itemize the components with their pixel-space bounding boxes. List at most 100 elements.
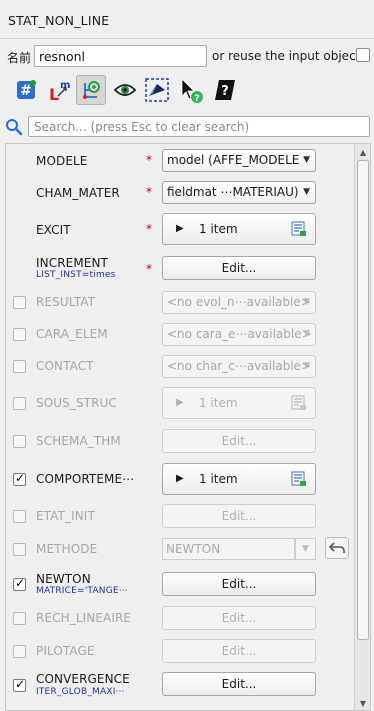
undo-icon <box>329 542 345 553</box>
param-row-rech-lineaire: RECH_LINEAIRE Edit... <box>6 602 354 634</box>
eye-icon-button[interactable] <box>110 75 140 105</box>
expand-triangle-icon: ▶ <box>176 223 184 234</box>
comportement-items-button[interactable]: ▶ 1 item <box>162 463 316 495</box>
lm-icon-button[interactable]: L m <box>44 75 74 105</box>
param-row-sous-struc: SOUS_STRUC ▶ 1 item <box>6 382 354 424</box>
reuse-label: or reuse the input object <box>212 49 361 63</box>
required-marker: * <box>146 185 152 199</box>
selection-icon <box>145 78 169 102</box>
svg-text:#: # <box>20 83 32 99</box>
param-label: PILOTAGE <box>36 644 95 658</box>
name-label: 名前 <box>7 51 32 65</box>
param-label: RESULTAT <box>36 295 96 309</box>
etat-init-edit-button[interactable]: Edit... <box>162 504 316 528</box>
methode-field[interactable]: NEWTON <box>162 538 295 560</box>
param-subtitle: LIST_INST=times <box>36 270 116 280</box>
resultat-combo[interactable]: <no evol_n⋯available> ▼ <box>162 291 316 314</box>
toolbar: # L m ? ? <box>0 74 374 108</box>
combo-value: <no evol_n⋯available> <box>167 295 311 309</box>
cursor-help-button[interactable]: ? <box>176 75 206 105</box>
required-marker: * <box>146 153 152 167</box>
comportement-checkbox[interactable] <box>13 471 26 486</box>
command-title: STAT_NON_LINE <box>8 13 110 28</box>
cham-mater-combo[interactable]: fieldmat ⋯MATERIAU) ▼ <box>162 181 316 204</box>
param-subtitle: ITER_GLOB_MAXI⋯ <box>36 687 125 697</box>
cara-elem-combo[interactable]: <no cara_e⋯available> ▼ <box>162 323 316 346</box>
param-row-increment: INCREMENT LIST_INST=times * Edit... <box>6 250 354 286</box>
combo-value: model (AFFE_MODELE <box>167 153 300 167</box>
contact-combo[interactable]: <no char_c⋯available> ▼ <box>162 355 316 378</box>
item-count: 1 item <box>199 472 238 486</box>
tree-view-icon <box>83 81 100 99</box>
pilotage-edit-button[interactable]: Edit... <box>162 639 316 663</box>
lm-icon: L m <box>49 80 70 104</box>
cara-elem-checkbox[interactable] <box>13 328 26 341</box>
list-add-icon <box>291 221 306 236</box>
chevron-down-icon: ▼ <box>303 187 310 197</box>
help-book-button[interactable]: ? <box>210 75 240 105</box>
svg-text:L: L <box>49 85 59 104</box>
hash-icon: # <box>17 80 36 99</box>
search-input[interactable] <box>28 116 370 137</box>
hash-icon-button[interactable]: # <box>11 75 41 105</box>
combo-value: fieldmat ⋯MATERIAU) <box>167 185 299 199</box>
rech-lineaire-edit-button[interactable]: Edit... <box>162 606 316 630</box>
search-icon <box>6 119 23 136</box>
param-label: CONVERGENCE <box>36 672 130 686</box>
sous-struc-checkbox[interactable] <box>13 397 26 410</box>
param-label: SCHEMA_THM <box>36 434 121 448</box>
increment-edit-button[interactable]: Edit... <box>162 256 316 280</box>
param-label: METHODE <box>36 542 98 556</box>
combo-value: <no cara_e⋯available> <box>167 327 312 341</box>
chevron-down-icon: ▼ <box>303 361 310 371</box>
scroll-up-arrow-icon[interactable]: ▲ <box>358 148 368 157</box>
expand-triangle-icon: ▶ <box>176 397 184 408</box>
param-label: RECH_LINEAIRE <box>36 611 132 625</box>
list-add-icon <box>291 471 306 486</box>
param-row-cara-elem: CARA_ELEM <no cara_e⋯available> ▼ <box>6 318 354 350</box>
excit-items-button[interactable]: ▶ 1 item <box>162 213 316 245</box>
param-row-comportement: COMPORTEME⋯ ▶ 1 item <box>6 458 354 500</box>
reuse-checkbox[interactable] <box>356 48 370 62</box>
etat-init-checkbox[interactable] <box>13 510 26 523</box>
chevron-down-icon: ▼ <box>303 155 310 165</box>
schema-thm-edit-button[interactable]: Edit... <box>162 429 316 453</box>
sous-struc-items-button[interactable]: ▶ 1 item <box>162 387 316 419</box>
param-row-resultat: RESULTAT <no evol_n⋯available> ▼ <box>6 286 354 318</box>
param-label: CARA_ELEM <box>36 327 108 341</box>
pilotage-checkbox[interactable] <box>13 645 26 658</box>
schema-thm-checkbox[interactable] <box>13 435 26 448</box>
resultat-checkbox[interactable] <box>13 296 26 309</box>
newton-checkbox[interactable] <box>13 576 26 591</box>
param-row-convergence: CONVERGENCE ITER_GLOB_MAXI⋯ Edit... <box>6 668 354 710</box>
name-input[interactable] <box>34 45 207 67</box>
param-row-schema-thm: SCHEMA_THM Edit... <box>6 424 354 458</box>
contact-checkbox[interactable] <box>13 360 26 373</box>
cursor-help-icon: ? <box>181 78 203 104</box>
chevron-down-icon: ▼ <box>303 329 310 339</box>
param-label: EXCIT <box>36 223 71 237</box>
param-label: CONTACT <box>36 359 94 373</box>
methode-checkbox[interactable] <box>13 543 26 556</box>
param-row-cham-mater: CHAM_MATER * fieldmat ⋯MATERIAU) ▼ <box>6 176 354 208</box>
tree-view-button[interactable] <box>76 75 106 105</box>
search-row <box>0 115 374 139</box>
expand-triangle-icon: ▶ <box>176 473 184 484</box>
item-count: 1 item <box>199 222 238 236</box>
newton-edit-button[interactable]: Edit... <box>162 572 316 596</box>
undo-button[interactable] <box>325 537 349 559</box>
param-row-etat-init: ETAT_INIT Edit... <box>6 500 354 532</box>
scrollbar-thumb[interactable] <box>357 160 369 640</box>
required-marker: * <box>146 222 152 236</box>
chevron-down-icon[interactable]: ▼ <box>295 538 316 560</box>
rech-lineaire-checkbox[interactable] <box>13 612 26 625</box>
selection-icon-button[interactable] <box>142 75 172 105</box>
combo-value: <no char_c⋯available> <box>167 359 312 373</box>
vertical-scrollbar[interactable]: ▲ ▼ <box>354 144 370 710</box>
param-label: CHAM_MATER <box>36 186 120 200</box>
modele-combo[interactable]: model (AFFE_MODELE ▼ <box>162 149 316 172</box>
convergence-edit-button[interactable]: Edit... <box>162 672 316 696</box>
param-row-methode: METHODE NEWTON ▼ <box>6 532 354 566</box>
scroll-down-arrow-icon[interactable]: ▼ <box>358 699 368 708</box>
convergence-checkbox[interactable] <box>13 677 26 692</box>
